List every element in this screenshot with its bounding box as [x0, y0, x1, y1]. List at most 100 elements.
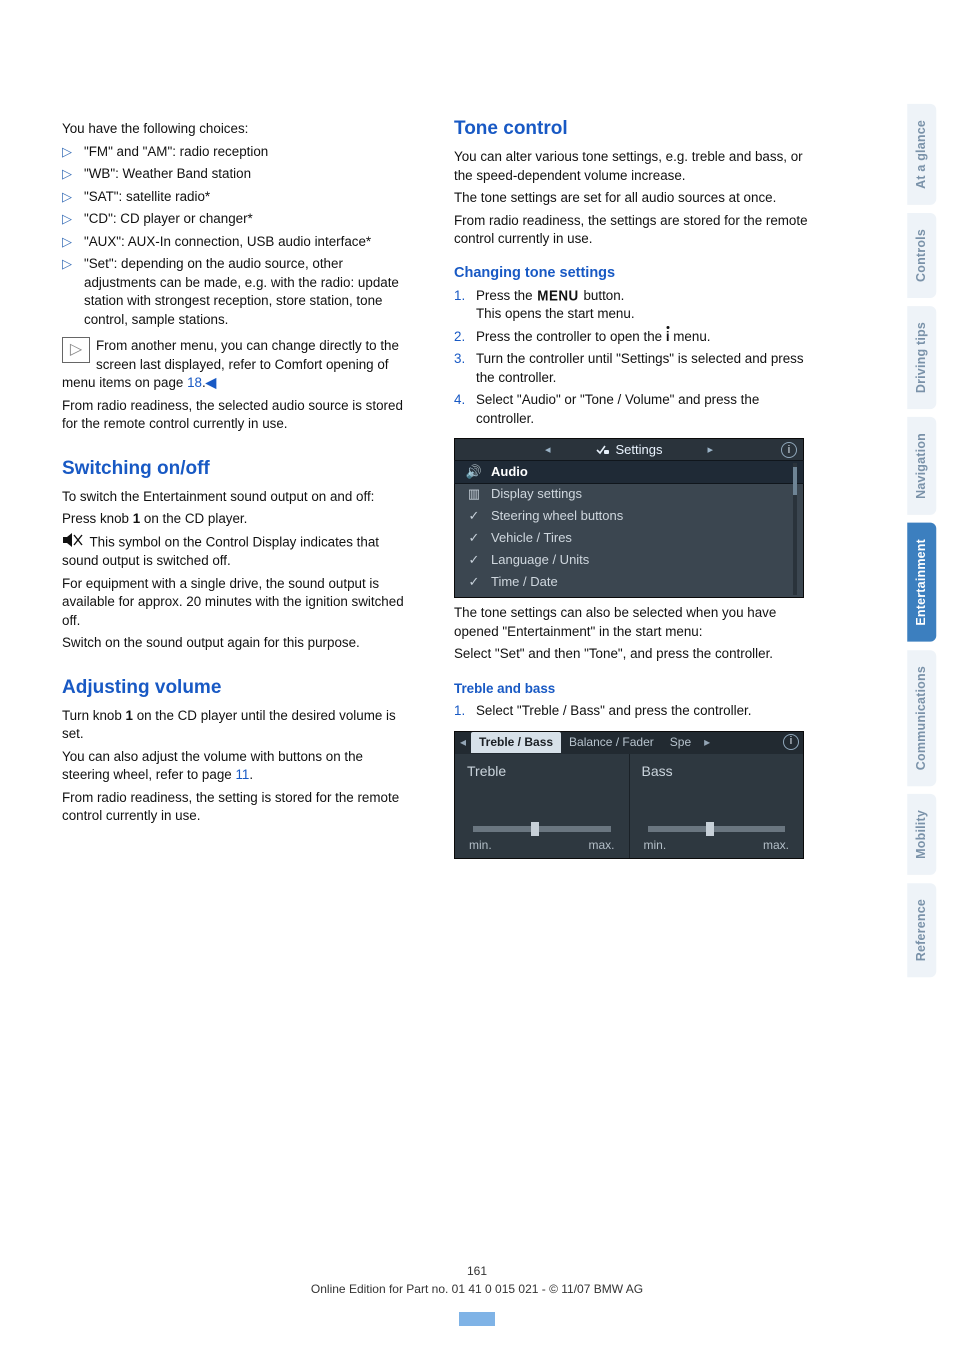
volume-p2-a: You can also adjust the volume with butt…	[62, 749, 363, 783]
tab-right-arrow-icon[interactable]: ▸	[699, 734, 715, 751]
bass-slider[interactable]: Bass min. max.	[630, 754, 804, 858]
slider-label: Bass	[642, 762, 673, 781]
side-tab-entertainment[interactable]: Entertainment	[907, 523, 936, 642]
right-arrow-icon: ▸	[707, 443, 713, 458]
volume-heading: Adjusting volume	[62, 675, 414, 701]
side-tab-driving-tips[interactable]: Driving tips	[907, 306, 936, 409]
radio-readiness-text: From radio readiness, the selected audio…	[62, 397, 414, 434]
tab-balance-fader[interactable]: Balance / Fader	[561, 732, 662, 753]
changing-heading: Changing tone settings	[454, 263, 816, 283]
tab-treble-bass[interactable]: Treble / Bass	[471, 732, 561, 753]
row-label: Language / Units	[491, 551, 589, 569]
side-tab-reference[interactable]: Reference	[907, 883, 936, 977]
slider-track[interactable]	[648, 826, 786, 832]
changing-steps: Press the MENU button. This opens the st…	[454, 287, 816, 429]
max-label: max.	[588, 837, 614, 854]
footer-line: Online Edition for Part no. 01 41 0 015 …	[311, 1282, 643, 1296]
after-screen1-a: The tone settings can also be selected w…	[454, 604, 816, 641]
row-label: Vehicle / Tires	[491, 529, 572, 547]
treble-bass-screen: ◂ Treble / Bass Balance / Fader Spe ▸ i …	[454, 731, 804, 859]
menu-button-icon: MENU	[536, 286, 579, 306]
slider-thumb[interactable]	[706, 822, 714, 836]
note-block: ▷ From another menu, you can change dire…	[62, 337, 414, 393]
volume-p2: You can also adjust the volume with butt…	[62, 748, 414, 785]
knob-number: 1	[126, 708, 133, 723]
switching-heading: Switching on/off	[62, 456, 414, 482]
choices-intro: You have the following choices:	[62, 120, 414, 139]
info-icon: i	[783, 734, 799, 750]
vehicle-icon: ✓	[465, 529, 483, 547]
choice-item: "FM" and "AM": radio reception	[62, 143, 414, 162]
page: You have the following choices: "FM" and…	[0, 0, 954, 1350]
switching-p5: Switch on the sound output again for thi…	[62, 634, 414, 653]
step-text: Press the controller to open the	[476, 329, 666, 344]
switching-p2: Press knob 1 on the CD player.	[62, 510, 414, 529]
step-text: button.	[580, 288, 625, 303]
tab-spe[interactable]: Spe	[662, 732, 699, 753]
settings-row-audio[interactable]: 🔊Audio	[455, 461, 803, 483]
left-column: You have the following choices: "FM" and…	[62, 116, 414, 1330]
info-icon: i	[781, 442, 797, 458]
min-label: min.	[644, 837, 667, 854]
slider-label: Treble	[467, 762, 506, 781]
step-2: Press the controller to open the i menu.	[454, 328, 816, 347]
tone-p2: The tone settings are set for all audio …	[454, 189, 816, 208]
switching-p2-b: on the CD player.	[140, 511, 247, 526]
side-tab-controls[interactable]: Controls	[907, 213, 936, 298]
scrollbar-thumb[interactable]	[793, 467, 797, 495]
tone-tabs: ◂ Treble / Bass Balance / Fader Spe ▸ i	[455, 732, 803, 754]
note-end-arrow-icon: ◀	[206, 375, 216, 390]
choice-item: "CD": CD player or changer*	[62, 210, 414, 229]
settings-titlebar: ◂ Settings ▸ i	[455, 439, 803, 461]
tab-left-arrow-icon[interactable]: ◂	[455, 734, 471, 751]
volume-p1: Turn knob 1 on the CD player until the d…	[62, 707, 414, 744]
side-tab-navigation[interactable]: Navigation	[907, 417, 936, 515]
page-link-11[interactable]: 11	[235, 767, 249, 782]
row-label: Display settings	[491, 485, 582, 503]
row-label: Audio	[491, 463, 528, 481]
slider-track[interactable]	[473, 826, 611, 832]
scrollbar[interactable]	[793, 463, 797, 595]
settings-row-steering[interactable]: ✓Steering wheel buttons	[455, 505, 803, 527]
settings-row-time[interactable]: ✓Time / Date	[455, 571, 803, 593]
treble-steps: Select "Treble / Bass" and press the con…	[454, 702, 816, 721]
note-triangle-icon: ▷	[62, 337, 90, 363]
side-tabs: At a glance Controls Driving tips Naviga…	[907, 104, 936, 977]
switching-p4: For equipment with a single drive, the s…	[62, 575, 414, 631]
right-column: Tone control You can alter various tone …	[454, 116, 816, 1330]
step-4: Select "Audio" or "Tone / Volume" and pr…	[454, 391, 816, 428]
choices-list: "FM" and "AM": radio reception "WB": Wea…	[62, 143, 414, 330]
mute-symbol-text: This symbol on the Control Display indic…	[62, 534, 379, 568]
display-icon: ▥	[465, 485, 483, 503]
note-text: From another menu, you can change direct…	[62, 338, 399, 390]
left-arrow-icon: ◂	[545, 443, 551, 458]
step-text: Press the	[476, 288, 536, 303]
footer-blue-tab-icon	[459, 1312, 495, 1326]
page-link-18[interactable]: 18	[187, 375, 202, 390]
step-1: Press the MENU button. This opens the st…	[454, 287, 816, 324]
min-label: min.	[469, 837, 492, 854]
max-label: max.	[763, 837, 789, 854]
after-screen1-b: Select "Set" and then "Tone", and press …	[454, 645, 816, 664]
row-label: Time / Date	[491, 573, 558, 591]
mute-symbol-line: This symbol on the Control Display indic…	[62, 533, 414, 571]
settings-row-vehicle[interactable]: ✓ Vehicle / Tires	[455, 527, 803, 549]
treble-heading: Treble and bass	[454, 680, 816, 699]
tone-p3: From radio readiness, the settings are s…	[454, 212, 816, 249]
side-tab-mobility[interactable]: Mobility	[907, 794, 936, 875]
slider-thumb[interactable]	[531, 822, 539, 836]
settings-row-language[interactable]: ✓ Language / Units	[455, 549, 803, 571]
flag-icon: ✓	[465, 551, 483, 569]
step-subtext: This opens the start menu.	[476, 305, 816, 324]
tone-p1: You can alter various tone settings, e.g…	[454, 148, 816, 185]
choice-item: "WB": Weather Band station	[62, 165, 414, 184]
treble-slider[interactable]: Treble min. max.	[455, 754, 630, 858]
volume-p1-a: Turn knob	[62, 708, 126, 723]
switching-p1: To switch the Entertainment sound output…	[62, 488, 414, 507]
side-tab-communications[interactable]: Communications	[907, 650, 936, 786]
check-icon: ✓	[465, 507, 483, 525]
settings-row-display[interactable]: ▥ Display settings	[455, 483, 803, 505]
side-tab-at-a-glance[interactable]: At a glance	[907, 104, 936, 205]
volume-p3: From radio readiness, the setting is sto…	[62, 789, 414, 826]
treble-step-1: Select "Treble / Bass" and press the con…	[454, 702, 816, 721]
